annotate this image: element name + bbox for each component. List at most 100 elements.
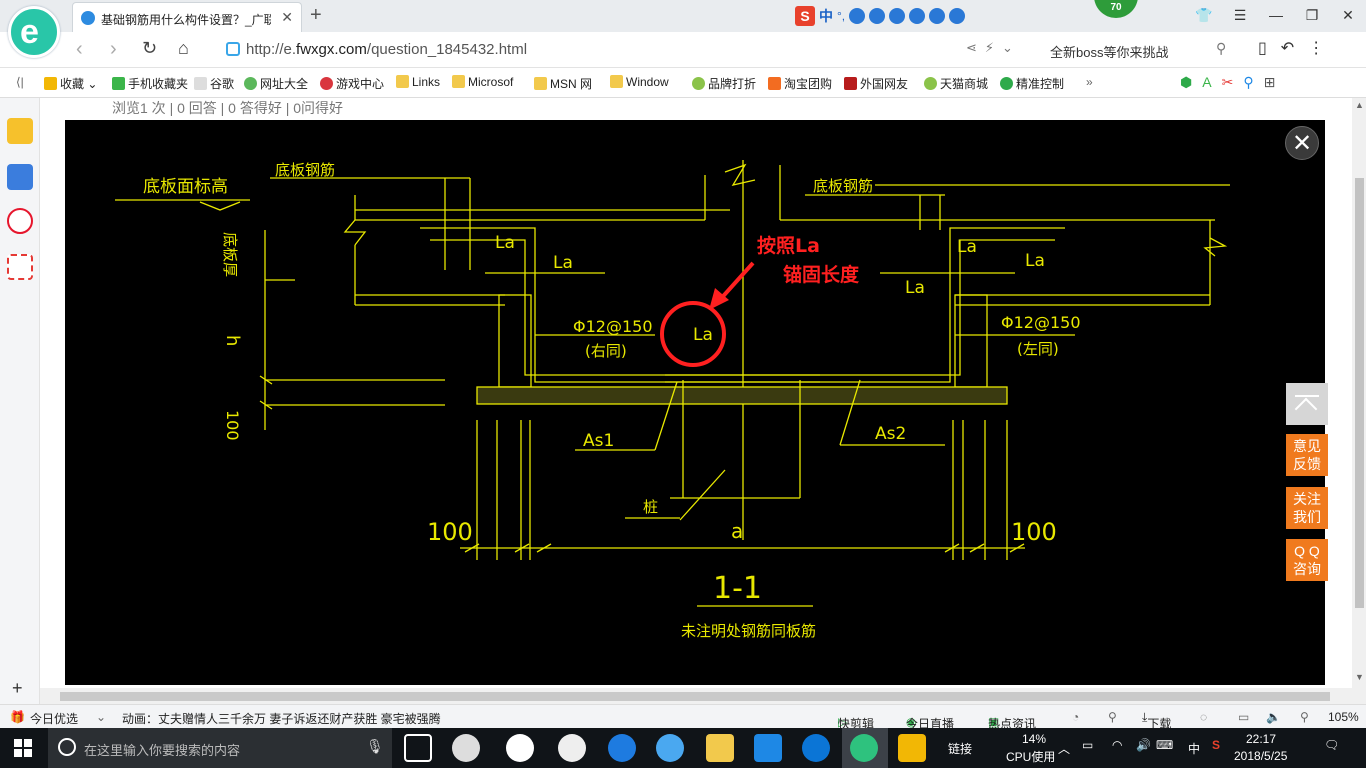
- url-field[interactable]: http://e.fwxgx.com/question_1845432.html: [222, 38, 1012, 62]
- zoom-level[interactable]: 105%: [1328, 710, 1359, 724]
- news-ticker[interactable]: 动画：丈夫赠情人三千余万 妻子诉返还财产获胜 豪宅被强腾: [122, 710, 441, 727]
- tray-arrow-icon[interactable]: ︿: [1058, 740, 1070, 757]
- search-icon[interactable]: ⚲: [1216, 40, 1226, 57]
- bookmark-taobao[interactable]: 淘宝团购: [768, 75, 832, 92]
- keyboard-icon[interactable]: [889, 8, 906, 24]
- maximize-button[interactable]: ❐: [1294, 0, 1330, 32]
- bookmark-games[interactable]: 游戏中心: [320, 75, 384, 92]
- bookmark-tmall[interactable]: 天猫商城: [924, 75, 988, 92]
- wrench-icon[interactable]: [949, 8, 966, 24]
- links-toolbar[interactable]: 链接: [948, 740, 972, 757]
- task-view-icon[interactable]: [404, 734, 432, 762]
- bookmarks-more[interactable]: »: [1086, 75, 1093, 89]
- extension-icons[interactable]: ⬢A✂⚲⊞: [1180, 74, 1285, 91]
- wifi-icon[interactable]: ◠: [1112, 738, 1122, 752]
- browser-tab[interactable]: 基础钢筋用什么构件设置？_广联 ✕: [72, 2, 302, 32]
- ime-indicator[interactable]: 中: [1188, 740, 1200, 757]
- voice-icon[interactable]: [869, 8, 886, 24]
- pin-icon[interactable]: ⚲: [1108, 710, 1117, 724]
- qq-consult-button[interactable]: Q Q 咨询: [1286, 539, 1328, 581]
- home-icon[interactable]: ⌂: [178, 38, 189, 59]
- zoom-icon[interactable]: ⚲: [1300, 710, 1309, 724]
- shirt-icon[interactable]: 👕: [1186, 0, 1222, 32]
- bookmark-mobile[interactable]: 手机收藏夹: [112, 75, 188, 92]
- favorites-star-icon[interactable]: [7, 118, 33, 144]
- today-picks[interactable]: 今日优选: [30, 710, 78, 727]
- app-plus-icon[interactable]: [754, 734, 782, 762]
- lightbox-close-button[interactable]: ✕: [1285, 126, 1319, 160]
- url-action-icons[interactable]: ⋖⚡⌄: [966, 40, 1021, 56]
- bookmark-favorites[interactable]: 收藏 ⌄: [44, 75, 97, 92]
- speed-icon[interactable]: ◌: [1200, 710, 1207, 724]
- grid-icon[interactable]: [909, 8, 926, 24]
- notes-app-icon[interactable]: [898, 734, 926, 762]
- sogou-tray-icon[interactable]: S: [1212, 738, 1220, 752]
- bookmark-msn[interactable]: MSN 网: [534, 75, 592, 92]
- punctuation-icon[interactable]: °,: [837, 9, 845, 23]
- horizontal-scrollbar[interactable]: [40, 688, 1352, 704]
- bookmark-hao[interactable]: 网址大全: [244, 75, 308, 92]
- feedback-button[interactable]: 意见 反馈: [1286, 434, 1328, 476]
- bookmark-links[interactable]: Links: [396, 75, 440, 89]
- emoji-icon[interactable]: [849, 8, 866, 24]
- microphone-icon[interactable]: 🎙: [366, 738, 384, 755]
- close-window-button[interactable]: ✕: [1330, 0, 1366, 32]
- sogou-ime-toolbar[interactable]: S 中 °,: [795, 5, 966, 27]
- new-tab-button[interactable]: +: [310, 4, 322, 27]
- hamburger-menu-icon[interactable]: ☰: [1222, 0, 1258, 32]
- toolbar-right-icons[interactable]: ▯↶⋮: [1258, 38, 1338, 58]
- window-icon[interactable]: ▭: [1238, 710, 1249, 724]
- weibo-icon[interactable]: [7, 208, 33, 234]
- back-to-top-button[interactable]: [1286, 383, 1328, 425]
- windows-start-icon[interactable]: [14, 739, 32, 757]
- scroll-down-icon[interactable]: ▼: [1355, 672, 1364, 682]
- bookmark-microsoft[interactable]: Microsof: [452, 75, 513, 89]
- reading-list-icon[interactable]: [7, 164, 33, 190]
- file-explorer-icon[interactable]: [706, 734, 734, 762]
- taskbar-search-placeholder[interactable]: 在这里输入你要搜索的内容: [84, 740, 240, 759]
- scroll-up-icon[interactable]: ▲: [1355, 100, 1364, 110]
- browser-e-icon[interactable]: [506, 734, 534, 762]
- tab-close-icon[interactable]: ✕: [281, 9, 293, 26]
- bookmark-windows[interactable]: Window: [610, 75, 669, 89]
- clock-date[interactable]: 2018/5/25: [1234, 749, 1287, 763]
- sidebar-toggle-icon[interactable]: ⟨|: [16, 75, 24, 89]
- reload-icon[interactable]: ↻: [142, 38, 157, 59]
- chrome-like-icon[interactable]: [558, 734, 586, 762]
- keyboard-icon[interactable]: ⌨: [1156, 738, 1173, 752]
- back-icon[interactable]: ‹: [76, 38, 83, 61]
- minimize-button[interactable]: —: [1258, 0, 1294, 32]
- bookmark-google[interactable]: 谷歌: [194, 75, 234, 92]
- edge-icon[interactable]: [608, 734, 636, 762]
- vertical-scrollbar[interactable]: ▲ ▼: [1352, 98, 1366, 704]
- browser-logo-icon[interactable]: e: [8, 6, 60, 58]
- chevron-down-icon[interactable]: ⌄: [96, 710, 106, 724]
- horizontal-scroll-thumb[interactable]: [60, 692, 1330, 701]
- mute-icon[interactable]: 🔈: [1266, 710, 1281, 724]
- skin-icon[interactable]: [929, 8, 946, 24]
- bookmark-foreign[interactable]: 外国网友: [844, 75, 908, 92]
- download-button[interactable]: ⤓ 下载: [1142, 710, 1171, 731]
- gift-icon[interactable]: 🎁: [10, 710, 25, 724]
- battery-icon[interactable]: ▭: [1082, 738, 1093, 752]
- notification-badge[interactable]: 70: [1094, 0, 1138, 18]
- mail-icon[interactable]: [7, 254, 33, 280]
- clock-time[interactable]: 22:17: [1246, 732, 1276, 746]
- ie-icon[interactable]: [656, 734, 684, 762]
- bookmark-control[interactable]: 精准控制: [1000, 75, 1064, 92]
- taskbar-search[interactable]: 在这里输入你要搜索的内容 🎙: [48, 728, 392, 768]
- sogou-browser-icon[interactable]: [802, 734, 830, 762]
- volume-icon[interactable]: 🔊: [1136, 738, 1151, 752]
- search-hint-text[interactable]: 全新boss等你来挑战: [1050, 42, 1168, 61]
- bookmark-brand-sale[interactable]: 品牌打折: [692, 75, 756, 92]
- vertical-scroll-thumb[interactable]: [1355, 178, 1364, 608]
- active-browser-icon[interactable]: [850, 734, 878, 762]
- accelerate-icon[interactable]: ◔: [1072, 710, 1079, 724]
- ime-language-indicator[interactable]: 中: [819, 6, 833, 26]
- image-lightbox[interactable]: 底板面标高 底板钢筋 底板钢筋 底板厚 h 100 La La La La La…: [65, 120, 1325, 685]
- pinwheel-app-icon[interactable]: [452, 734, 480, 762]
- notification-icon[interactable]: 🗨: [1324, 738, 1339, 752]
- forward-icon[interactable]: ›: [110, 38, 117, 61]
- add-sidebar-button[interactable]: +: [12, 678, 23, 699]
- follow-us-button[interactable]: 关注 我们: [1286, 487, 1328, 529]
